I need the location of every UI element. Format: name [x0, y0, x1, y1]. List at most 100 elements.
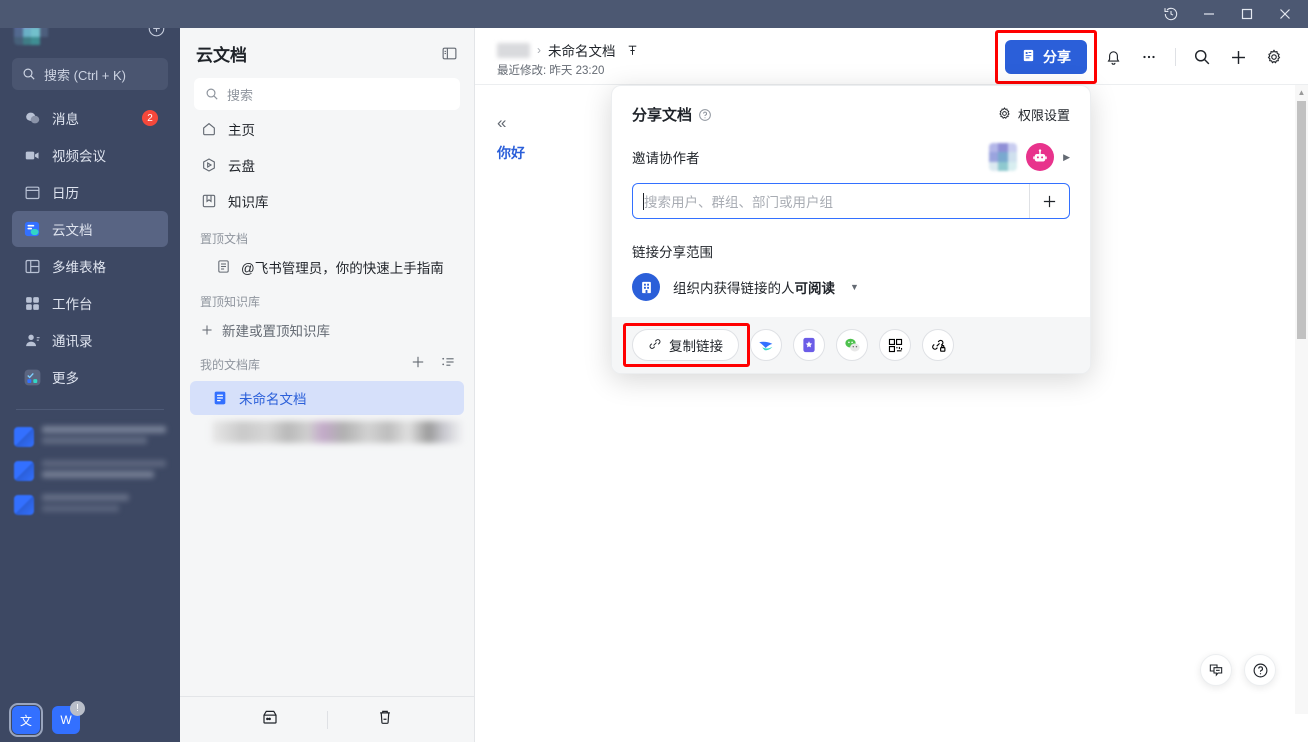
- create-or-pin-wiki-button[interactable]: 新建或置顶知识库: [190, 314, 464, 346]
- share-button[interactable]: 分享: [1005, 40, 1087, 74]
- close-icon[interactable]: [1266, 0, 1304, 28]
- video-icon: [22, 145, 42, 165]
- vertical-scrollbar[interactable]: ▲: [1295, 85, 1308, 714]
- sidebar-item-calendar[interactable]: 日历: [12, 174, 168, 210]
- search-icon[interactable]: [1184, 39, 1220, 75]
- settings-gear-icon[interactable]: [1256, 39, 1292, 75]
- plus-icon[interactable]: [410, 354, 426, 375]
- invite-search-input[interactable]: 搜索用户、群组、部门或用户组: [632, 183, 1070, 219]
- pin-icon[interactable]: [626, 44, 639, 57]
- task-label: W: [60, 713, 72, 727]
- sidebar-item-bitable[interactable]: 多维表格: [12, 248, 168, 284]
- more-options-icon[interactable]: [1131, 39, 1167, 75]
- link-scope-permission: 可阅读: [794, 281, 836, 296]
- avatar[interactable]: [989, 143, 1018, 171]
- copy-link-button[interactable]: 复制链接: [632, 329, 739, 361]
- breadcrumb-owner-redacted[interactable]: [497, 42, 530, 58]
- section-label-pinned-wiki: 置顶知识库: [200, 295, 261, 309]
- doc-topbar: › 未命名文档 最近修改: 昨天 23:20 分享: [475, 28, 1308, 85]
- permission-settings-button[interactable]: 权限设置: [997, 105, 1070, 124]
- list-item[interactable]: [0, 454, 180, 488]
- wps-task[interactable]: W !: [52, 701, 85, 734]
- invite-search-field[interactable]: 搜索用户、群组、部门或用户组: [633, 184, 1029, 218]
- global-search-input[interactable]: 搜索 (Ctrl + K): [12, 58, 168, 90]
- chat-preview-redacted: [42, 460, 166, 482]
- caret-down-icon[interactable]: ▼: [850, 282, 859, 292]
- qrcode-share-icon[interactable]: [879, 329, 911, 361]
- app-nav-rail: 搜索 (Ctrl + K) 消息 2 视频会议 日历 云文档 多维表格 工作台 …: [0, 0, 180, 742]
- pinned-doc-item[interactable]: @飞书管理员，你的快速上手指南: [190, 251, 464, 283]
- sidebar-item-home[interactable]: 主页: [190, 112, 464, 146]
- feishu-doc-task[interactable]: 文: [9, 703, 43, 737]
- list-item[interactable]: [0, 488, 180, 522]
- doc-icon: [212, 390, 229, 407]
- feishu-share-icon[interactable]: [750, 329, 782, 361]
- sidebar-item-label: 云文档: [52, 223, 93, 238]
- doc-list-item-redacted[interactable]: [212, 421, 464, 443]
- sidebar-item-drive[interactable]: 云盘: [190, 148, 464, 182]
- my-library-header: 我的文档库: [180, 346, 474, 379]
- storage-icon[interactable]: [261, 708, 279, 731]
- global-search-placeholder: 搜索 (Ctrl + K): [44, 67, 126, 83]
- sidebar-item-label: 日历: [52, 186, 79, 201]
- minimize-icon[interactable]: [1190, 0, 1228, 28]
- sidebar-item-more[interactable]: 更多: [12, 359, 168, 395]
- history-icon[interactable]: [1152, 0, 1190, 28]
- doc-list-item-selected[interactable]: 未命名文档: [190, 381, 464, 415]
- question-circle-icon[interactable]: [698, 108, 712, 122]
- trash-icon[interactable]: [376, 708, 394, 731]
- doc-list-item-label: 未命名文档: [239, 392, 307, 407]
- sidebar-item-docs[interactable]: 云文档: [12, 211, 168, 247]
- permission-settings-label: 权限设置: [1017, 108, 1070, 123]
- scroll-up-arrow[interactable]: ▲: [1295, 85, 1308, 99]
- outline-collapse-button[interactable]: «: [497, 113, 506, 133]
- avatar-bot[interactable]: [1026, 143, 1055, 171]
- wechat-share-icon[interactable]: [836, 329, 868, 361]
- link-scope-row[interactable]: 组织内获得链接的人可阅读 ▼: [632, 273, 1070, 301]
- plus-icon[interactable]: [1029, 184, 1069, 218]
- add-icon[interactable]: [1220, 39, 1256, 75]
- pinned-doc-label: @飞书管理员，你的快速上手指南: [241, 261, 444, 276]
- doc-title[interactable]: 未命名文档: [548, 40, 616, 60]
- copy-link-label: 复制链接: [669, 339, 723, 354]
- sidebar-item-workplace[interactable]: 工作台: [12, 285, 168, 321]
- avatar: [14, 427, 34, 447]
- last-modified-text: 最近修改: 昨天 23:20: [497, 65, 605, 77]
- copy-secure-link-icon[interactable]: [922, 329, 954, 361]
- share-popover-title: 分享文档: [632, 107, 693, 124]
- create-or-pin-wiki-label: 新建或置顶知识库: [222, 324, 330, 339]
- comment-panel-icon[interactable]: [1200, 654, 1232, 686]
- window-titlebar: [0, 0, 1308, 28]
- sort-icon[interactable]: [440, 354, 456, 375]
- footer-divider: [326, 710, 328, 729]
- panel-collapse-icon[interactable]: [441, 45, 458, 62]
- sidebar-item-label: 工作台: [52, 297, 93, 312]
- share-popover-body: 分享文档 权限设置 邀请协作者 ▶ 搜索用户、群组、部门或用户组 链接分享范围 …: [612, 86, 1090, 317]
- sidebar-item-wiki[interactable]: 知识库: [190, 184, 464, 218]
- list-item[interactable]: [0, 420, 180, 454]
- avatar: [14, 461, 34, 481]
- notification-bell-icon[interactable]: [1095, 39, 1131, 75]
- doc-search-input[interactable]: 搜索: [194, 78, 460, 110]
- apps-icon: [22, 293, 42, 313]
- maximize-icon[interactable]: [1228, 0, 1266, 28]
- breadcrumb: › 未命名文档: [497, 40, 639, 60]
- sidebar-item-video[interactable]: 视频会议: [12, 137, 168, 173]
- doc-sidebar-header: 云文档: [180, 28, 474, 78]
- sidebar-item-messages[interactable]: 消息 2: [12, 100, 168, 136]
- chat-preview-redacted: [42, 426, 166, 448]
- share-button-label: 分享: [1043, 49, 1071, 65]
- help-icon[interactable]: [1244, 654, 1276, 686]
- document-body-text[interactable]: 你好: [497, 143, 525, 163]
- sidebar-item-label: 更多: [52, 371, 79, 386]
- caret-right-icon[interactable]: ▶: [1063, 152, 1070, 163]
- scrollbar-thumb[interactable]: [1297, 101, 1306, 339]
- link-icon: [648, 337, 662, 354]
- plus-icon: [202, 325, 212, 335]
- sidebar-item-contacts[interactable]: 通讯录: [12, 322, 168, 358]
- page-title: 云文档: [196, 45, 247, 65]
- wiki-icon: [200, 192, 218, 210]
- doc-app-share-icon[interactable]: [793, 329, 825, 361]
- search-icon: [206, 88, 218, 100]
- invite-search-placeholder: 搜索用户、群组、部门或用户组: [644, 195, 833, 210]
